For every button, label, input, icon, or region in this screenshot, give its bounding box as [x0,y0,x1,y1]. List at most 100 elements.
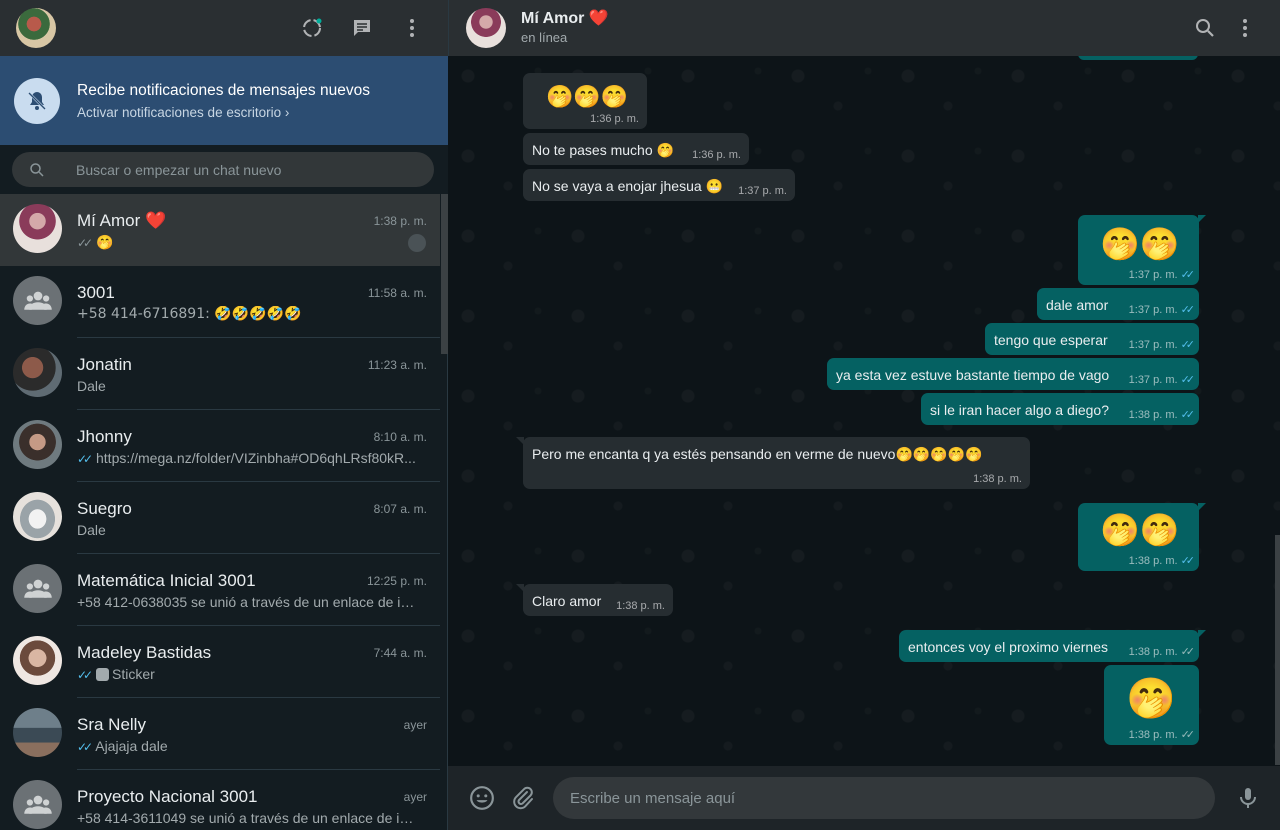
chat-preview: ✓✓ Ajajaja dale [77,738,168,754]
double-check-icon: ✓✓ [1180,339,1196,351]
my-avatar[interactable] [16,8,56,48]
chat-item[interactable]: Sra Nelly ayer ✓✓ Ajajaja dale [0,698,440,770]
contact-name: Mí Amor ❤️ [521,10,609,27]
conversation-pane: Mí Amor ❤️ en línea 🤭🤭🤭 1:36 p. m. No te… [448,0,1280,830]
chat-name: Jonatin [77,355,132,374]
chat-name: Madeley Bastidas [77,643,212,662]
emoji-icon[interactable] [468,784,496,812]
sidebar: Recibe notificaciones de mensajes nuevos… [0,0,448,830]
chat-name: Jhonny [77,427,132,446]
chat-item[interactable]: Jhonny 8:10 a. m. ✓✓ https://mega.nz/fol… [0,410,440,482]
new-chat-icon[interactable] [350,16,374,40]
chat-preview: ✓✓ https://mega.nz/folder/VIZinbha#OD6qh… [77,450,416,466]
message-input-box [553,777,1215,819]
avatar [13,204,62,253]
avatar [13,708,62,757]
message-input[interactable] [570,777,1190,819]
chat-name: Matemática Inicial 3001 [77,571,256,590]
attach-icon[interactable] [509,784,537,812]
double-check-icon: ✓✓ [77,452,93,466]
chat-time: ayer [403,718,427,732]
message-bubble-out[interactable]: 🤭🤭 1:38 p. m. ✓✓ [1078,503,1206,571]
chat-item[interactable]: Proyecto Nacional 3001 ayer +58 414-3611… [0,770,440,830]
chat-time: 12:25 p. m. [366,574,427,588]
enable-notifications-link[interactable]: Activar notificaciones de escritorio › [77,105,289,120]
message-bubble-in[interactable]: 🤭🤭🤭 1:36 p. m. [523,73,647,129]
message-bubble-out[interactable]: si le iran hacer algo a diego? 1:38 p. m… [921,393,1199,425]
chat-time: ayer [403,790,427,804]
group-avatar-icon [13,276,62,325]
chat-list-scrollbar[interactable] [441,194,448,354]
double-check-icon: ✓✓ [1180,374,1196,386]
double-check-icon: ✓✓ [77,740,93,754]
microphone-icon[interactable] [1234,784,1262,812]
double-check-icon: ✓✓ [77,668,93,682]
chat-name: Proyecto Nacional 3001 [77,787,258,806]
chat-time: 7:44 a. m. [373,646,427,660]
double-check-icon: ✓✓ [1180,729,1196,741]
contact-avatar[interactable] [466,8,506,48]
message-bubble-in[interactable]: No te pases mucho 🤭 1:36 p. m. [523,133,749,165]
message-bubble-partial [1078,56,1198,60]
chat-time: 8:10 a. m. [373,430,427,444]
chat-item[interactable]: 3001 11:58 a. m. +58 414-6716891: 🤣🤣🤣🤣🤣 [0,266,440,338]
message-bubble-in[interactable]: No se vaya a enojar jhesua 😬 1:37 p. m. [523,169,795,201]
message-bubble-out[interactable]: entonces voy el proximo viernes 1:38 p. … [899,630,1206,662]
search-bar [0,145,448,194]
search-input[interactable] [76,152,416,187]
group-avatar-icon [13,564,62,613]
message-bubble-out[interactable]: dale amor 1:37 p. m. ✓✓ [1037,288,1199,320]
chat-item[interactable]: Mí Amor ❤️ 1:38 p. m. ✓✓ 🤭 [0,194,440,266]
contact-status: en línea [521,30,568,45]
chat-preview: Dale [77,378,106,394]
message-bubble-out[interactable]: tengo que esperar 1:37 p. m. ✓✓ [985,323,1199,355]
double-check-icon: ✓✓ [1180,269,1196,281]
sticker-icon [96,668,109,681]
message-bubble-in[interactable]: Pero me encanta q ya estés pensando en v… [516,437,1030,489]
menu-icon[interactable] [1233,16,1257,40]
composer-bar [448,766,1280,830]
chat-preview: +58 412-0638035 se unió a través de un e… [77,594,420,610]
chat-preview: ✓✓ 🤭 [77,235,114,251]
chat-preview: ✓✓ Sticker [77,666,155,682]
chat-item[interactable]: Jonatin 11:23 a. m. Dale [0,338,440,410]
sidebar-header [0,0,448,56]
status-icon[interactable] [300,16,324,40]
pin-icon [408,234,426,252]
avatar [13,420,62,469]
chat-preview: +58 414-3611049 se unió a través de un e… [77,810,420,826]
conversation-header[interactable]: Mí Amor ❤️ en línea [448,0,1280,56]
avatar [13,492,62,541]
menu-icon[interactable] [400,16,424,40]
double-check-icon: ✓✓ [1180,409,1196,421]
message-bubble-out[interactable]: 🤭🤭 1:37 p. m. ✓✓ [1078,215,1206,285]
message-bubble-in[interactable]: Claro amor 1:38 p. m. [516,584,673,616]
chat-name: Mí Amor ❤️ [77,211,167,230]
double-check-icon: ✓✓ [1180,304,1196,316]
chat-time: 8:07 a. m. [373,502,427,516]
chat-item[interactable]: Madeley Bastidas 7:44 a. m. ✓✓ Sticker [0,626,440,698]
chat-time: 11:58 a. m. [367,286,427,300]
chat-item[interactable]: Suegro 8:07 a. m. Dale [0,482,440,554]
search-box [12,152,434,187]
search-icon[interactable] [1193,16,1217,40]
notification-banner[interactable]: Recibe notificaciones de mensajes nuevos… [0,56,448,145]
chat-time: 11:23 a. m. [367,358,427,372]
avatar [13,348,62,397]
chat-list: Mí Amor ❤️ 1:38 p. m. ✓✓ 🤭 3001 11:58 a.… [0,194,448,830]
chat-name: Suegro [77,499,132,518]
double-check-icon: ✓✓ [77,236,93,250]
message-area: 🤭🤭🤭 1:36 p. m. No te pases mucho 🤭 1:36 … [448,56,1280,766]
double-check-icon: ✓✓ [1180,555,1196,567]
message-bubble-out[interactable]: ya esta vez estuve bastante tiempo de va… [827,358,1199,390]
chat-item[interactable]: Matemática Inicial 3001 12:25 p. m. +58 … [0,554,440,626]
chat-name: 3001 [77,283,115,302]
group-avatar-icon [13,780,62,829]
muted-bell-icon [14,78,60,124]
chat-preview: Dale [77,522,106,538]
chat-preview: +58 414-6716891: 🤣🤣🤣🤣🤣 [77,306,302,322]
message-scrollbar[interactable] [1275,535,1280,765]
message-bubble-out[interactable]: 🤭 1:38 p. m. ✓✓ [1104,665,1199,745]
chat-name: Sra Nelly [77,715,146,734]
double-check-icon: ✓✓ [1180,646,1196,658]
